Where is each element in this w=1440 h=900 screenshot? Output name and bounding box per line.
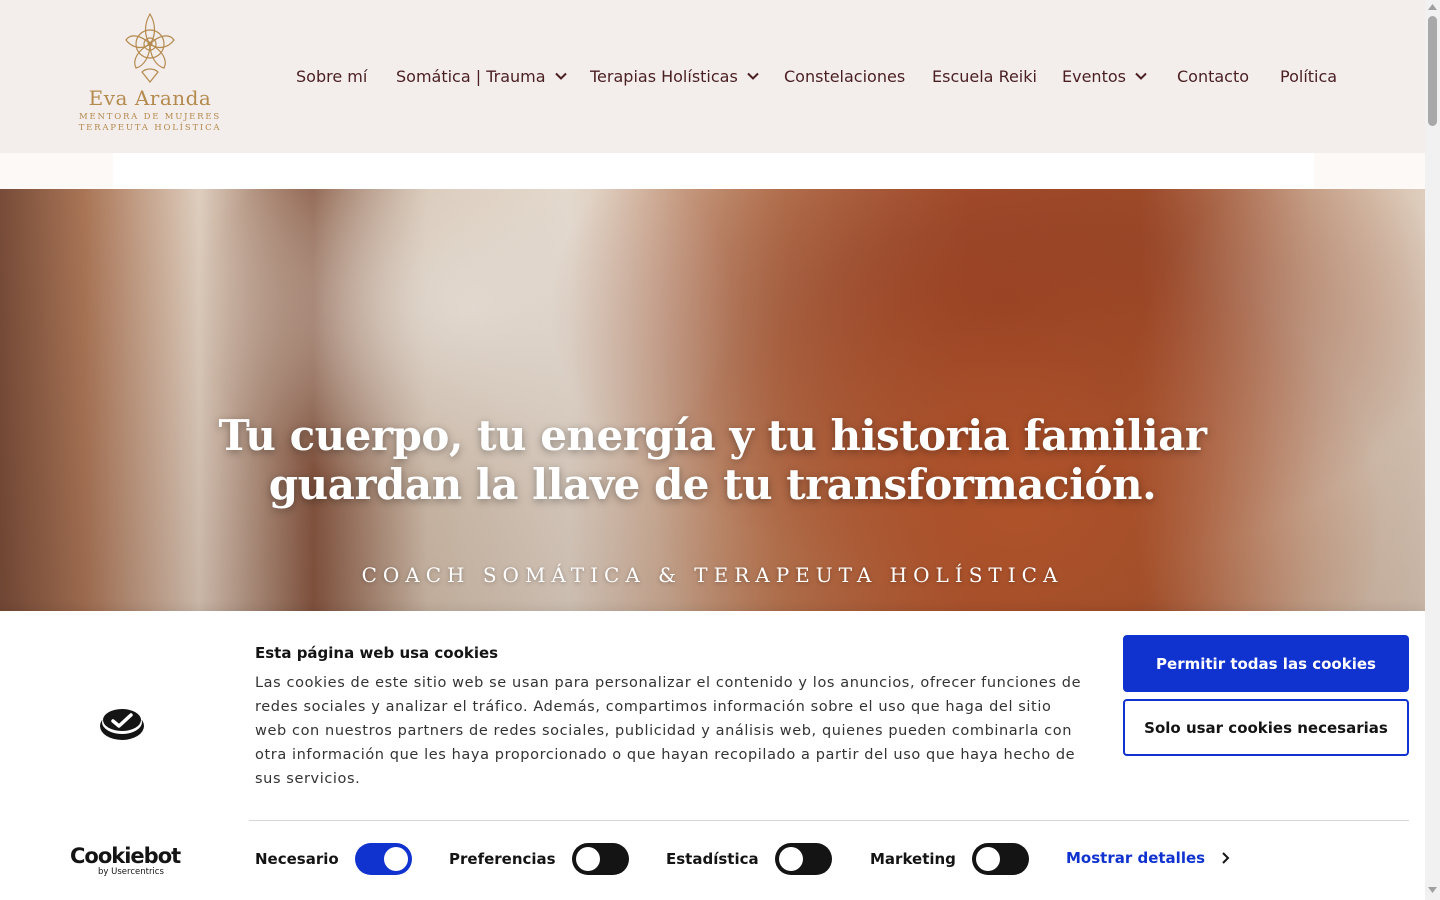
nav-item-label: Terapias Holísticas	[590, 66, 738, 86]
nav-item-label: Política	[1280, 66, 1338, 86]
consent-toggle-preferencias: Preferencias	[449, 843, 629, 875]
hero-title-line-2: guardan la llave de tu transformación.	[268, 460, 1157, 509]
toggle-knob	[975, 847, 1000, 871]
nav-item-label: Eventos	[1062, 66, 1126, 86]
nav-item-label: Escuela Reiki	[932, 66, 1037, 86]
nav-item-eventos[interactable]: Eventos	[1062, 63, 1148, 89]
cookiebot-by-label: by Usercentrics	[98, 867, 164, 877]
marketing-toggle[interactable]	[971, 843, 1029, 875]
allow-all-cookies-button[interactable]: Permitir todas las cookies	[1123, 635, 1409, 692]
chevron-down-icon	[747, 72, 759, 80]
nav-item-somatica-trauma[interactable]: Somática | Trauma	[396, 63, 568, 89]
nav-item-label: Constelaciones	[784, 66, 906, 86]
nav-item-label: Contacto	[1177, 66, 1250, 86]
consent-toggle-marketing: Marketing	[870, 843, 1029, 875]
brand-tagline: MENTORA DE MUJERES	[78, 112, 222, 122]
cookie-banner-title: Esta página web usa cookies	[255, 644, 499, 662]
cookiebot-brand[interactable]: Cookiebot by Usercentrics	[70, 844, 181, 878]
brand-tagline-2: TERAPEUTA HOLÍSTICA	[78, 123, 222, 133]
cookiebot-wordmark: Cookiebot	[70, 844, 181, 868]
toggle-knob	[575, 847, 600, 871]
page-scrollbar[interactable]	[1425, 0, 1440, 900]
brand-name: Eva Aranda	[88, 86, 212, 110]
hero-background-image	[0, 189, 1425, 611]
show-details-link[interactable]: Mostrar detalles	[1066, 849, 1231, 867]
necessary-cookies-only-button[interactable]: Solo usar cookies necesarias	[1123, 699, 1409, 756]
toggle-label: Preferencias	[449, 850, 556, 868]
hero-title-line-1: Tu cuerpo, tu energía y tu historia fami…	[218, 411, 1207, 460]
consent-toggle-estadistica: Estadística	[666, 843, 832, 875]
nav-item-constelaciones[interactable]: Constelaciones	[784, 63, 905, 89]
nav-item-contacto[interactable]: Contacto	[1177, 63, 1249, 89]
main-nav: Sobre mí Somática | Trauma Terapias Holí…	[0, 63, 1425, 89]
site-header: Eva Aranda MENTORA DE MUJERES TERAPEUTA …	[0, 0, 1425, 153]
hero-banner: Tu cuerpo, tu energía y tu historia fami…	[0, 189, 1425, 611]
scroll-down-arrow-icon[interactable]	[1428, 887, 1437, 893]
nav-item-escuela-reiki[interactable]: Escuela Reiki	[932, 63, 1037, 89]
nav-item-sobre-mi[interactable]: Sobre mí	[296, 63, 367, 89]
preferencias-toggle[interactable]	[571, 843, 629, 875]
nav-item-label: Sobre mí	[296, 66, 368, 86]
necesario-toggle[interactable]	[354, 843, 412, 875]
scroll-up-arrow-icon[interactable]	[1428, 4, 1437, 10]
toggle-knob	[383, 847, 408, 871]
chevron-down-icon	[554, 72, 567, 80]
chevron-down-icon	[1135, 72, 1147, 80]
hero-title: Tu cuerpo, tu energía y tu historia fami…	[200, 411, 1225, 509]
cookie-banner-text: Las cookies de este sitio web se usan pa…	[255, 675, 1082, 787]
chevron-right-icon	[1222, 852, 1230, 864]
cookie-banner: Esta página web usa cookies Las cookies …	[0, 611, 1425, 900]
divider	[249, 820, 1409, 821]
toggle-label: Necesario	[255, 850, 339, 868]
toggle-knob	[778, 847, 803, 871]
cookiebot-logo-icon	[100, 709, 144, 740]
estadistica-toggle[interactable]	[774, 843, 832, 875]
scrollbar-thumb[interactable]	[1428, 16, 1437, 126]
toggle-label: Estadística	[666, 850, 759, 868]
show-details-label: Mostrar detalles	[1066, 849, 1206, 867]
toggle-label: Marketing	[870, 850, 956, 868]
nav-item-politica[interactable]: Política	[1280, 63, 1337, 89]
hero-subtitle: COACH SOMÁTICA & TERAPEUTA HOLÍSTICA	[361, 563, 1064, 587]
nav-item-label: Somática | Trauma	[396, 66, 546, 86]
sub-header-inner	[113, 153, 1314, 189]
sub-header-strip	[0, 153, 1425, 189]
consent-toggle-necesario: Necesario	[255, 843, 412, 875]
nav-item-terapias-holisticas[interactable]: Terapias Holísticas	[590, 63, 760, 89]
